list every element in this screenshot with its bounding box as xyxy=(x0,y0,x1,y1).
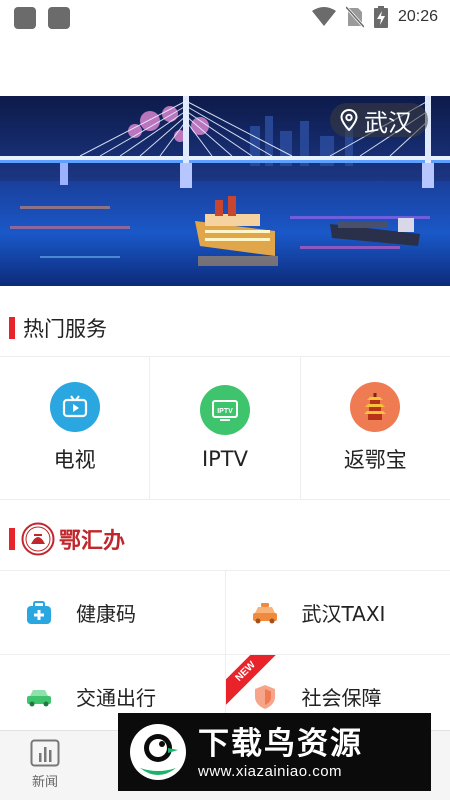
city-banner[interactable]: 武汉 xyxy=(0,96,450,286)
watermark-url: www.xiazainiao.com xyxy=(198,762,343,780)
no-sim-icon xyxy=(345,6,364,28)
nav-item-news[interactable]: 新闻 xyxy=(20,739,70,790)
watermark-title: 下载鸟资源 xyxy=(198,725,363,762)
service-tv[interactable]: 电视 xyxy=(0,357,151,499)
hot-services-header: 热门服务 xyxy=(0,293,450,363)
location-switcher[interactable]: 武汉 xyxy=(330,103,428,137)
wifi-icon xyxy=(311,7,336,26)
hot-services-grid: 电视 IPTV IPTV 返鄂宝 xyxy=(0,356,450,500)
service-label: 交通出行 xyxy=(76,686,156,710)
svg-text:IPTV: IPTV xyxy=(217,408,233,415)
service-wuhan-taxi[interactable]: 武汉TAXI xyxy=(226,571,450,654)
notification-icon xyxy=(14,7,36,29)
watermark-banner: 下载鸟资源 www.xiazainiao.com xyxy=(118,713,431,791)
service-label: 电视 xyxy=(53,448,96,472)
yellow-crane-tower-icon xyxy=(350,382,401,432)
city-name: 武汉 xyxy=(364,108,412,137)
ehuiban-header: 鄂汇办 xyxy=(0,508,450,570)
news-chart-icon xyxy=(30,739,60,767)
service-label: IPTV xyxy=(201,447,249,471)
service-iptv[interactable]: IPTV IPTV xyxy=(150,357,301,499)
location-pin-icon xyxy=(340,109,358,131)
iptv-icon: IPTV xyxy=(199,385,250,435)
notification-icon xyxy=(48,7,70,29)
bird-logo-icon xyxy=(130,724,186,780)
service-label: 武汉TAXI xyxy=(301,602,386,626)
status-bar: 20:26 xyxy=(0,0,450,36)
car-icon xyxy=(24,682,54,712)
shield-icon xyxy=(250,682,280,712)
clock: 20:26 xyxy=(397,8,438,25)
ehuiban-logo-icon xyxy=(21,522,55,556)
section-title: 热门服务 xyxy=(23,317,107,341)
service-fanebao[interactable]: 返鄂宝 xyxy=(301,357,450,499)
service-label: 社会保障 xyxy=(301,686,382,710)
nav-label: 新闻 xyxy=(31,775,58,790)
service-label: 健康码 xyxy=(76,602,136,626)
section-title: 鄂汇办 xyxy=(59,528,126,554)
taxi-icon xyxy=(250,598,280,628)
service-label: 返鄂宝 xyxy=(343,448,407,472)
battery-charging-icon xyxy=(373,6,388,28)
service-health-code[interactable]: 健康码 xyxy=(0,571,226,654)
section-marker xyxy=(9,528,15,550)
section-marker xyxy=(9,317,15,339)
notification-icons xyxy=(14,7,70,29)
medical-kit-icon xyxy=(24,598,54,628)
tv-icon xyxy=(49,382,100,432)
